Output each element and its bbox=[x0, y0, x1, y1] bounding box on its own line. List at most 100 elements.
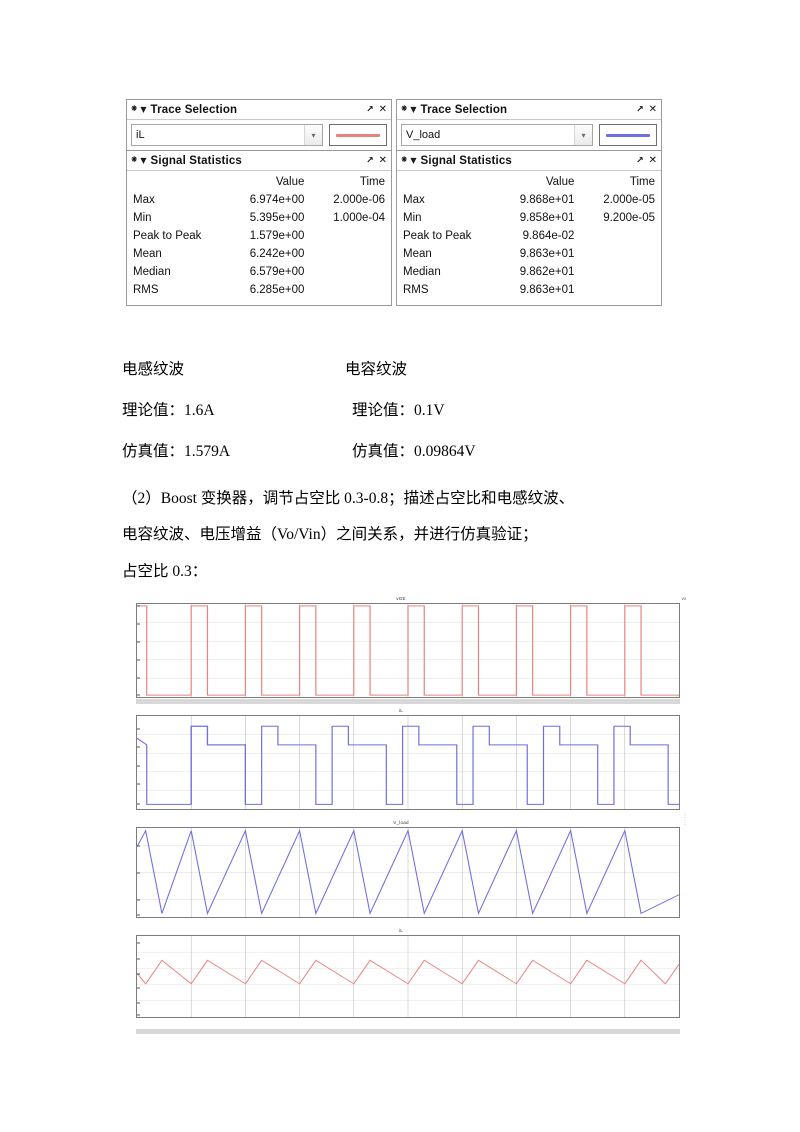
chevron-down-icon[interactable]: ▾ bbox=[574, 125, 592, 145]
pin-icon[interactable]: ⁕ bbox=[130, 155, 138, 166]
trace-select-dropdown-right[interactable]: V_load ▾ bbox=[401, 124, 593, 146]
xtick-0: 0.0017 bbox=[136, 1017, 146, 1018]
caret-down-icon[interactable]: ▼ bbox=[410, 156, 416, 165]
xtick-7: 0.0024 bbox=[513, 1017, 526, 1018]
plot-area-il-pulsed[interactable]: 8 6 4 2 0 bbox=[136, 715, 680, 810]
plot-area-vge[interactable]: 1 0.8 0.6 0.4 0.2 0 bbox=[136, 603, 680, 698]
panel-column-left: ⁕ ▼ Trace Selection ↗ ✕ iL ▾ ⁕ ▼ Signal … bbox=[126, 99, 392, 306]
stat-value: 9.863e+01 bbox=[519, 284, 575, 296]
header-buttons: ↗ ✕ bbox=[366, 155, 387, 166]
header-icon-group: ⁕ ▼ bbox=[130, 104, 147, 115]
ytick-il-tri-4: 6 bbox=[137, 1002, 141, 1004]
undock-icon[interactable]: ↗ bbox=[636, 156, 644, 166]
xtick-1: 0.0018 bbox=[188, 1017, 201, 1018]
xtick-9: 0.0026 bbox=[621, 1017, 634, 1018]
pin-icon[interactable]: ⁕ bbox=[400, 155, 408, 166]
stat-label: Max bbox=[403, 194, 425, 206]
stat-label: Median bbox=[133, 266, 171, 278]
pin-icon[interactable]: ⁕ bbox=[130, 104, 138, 115]
ytick-il-pulsed-2: 4 bbox=[137, 765, 141, 767]
table-row: Max 6.974e+00 2.000e-06 bbox=[133, 191, 385, 209]
trace-select-value-right: V_load bbox=[406, 129, 441, 141]
stat-value: 6.242e+00 bbox=[249, 248, 305, 260]
xtick-2: 0.0019 bbox=[242, 1017, 255, 1018]
document-page: ⁕ ▼ Trace Selection ↗ ✕ iL ▾ ⁕ ▼ Signal … bbox=[0, 0, 800, 1132]
plot-area-il-triangle[interactable]: 10 9 8 7 6 5 0.0017 0.0018 0.0019 0.0021… bbox=[136, 935, 680, 1018]
trace-color-swatch-right[interactable] bbox=[599, 124, 657, 146]
stat-label: RMS bbox=[133, 284, 159, 296]
table-row: Peak to Peak 9.864e-02 bbox=[403, 227, 655, 245]
caret-down-icon[interactable]: ▼ bbox=[140, 105, 146, 114]
note-right-sim: 仿真值：0.09864V bbox=[352, 443, 476, 460]
table-row: RMS 6.285e+00 bbox=[133, 281, 385, 299]
header-icon-group: ⁕ ▼ bbox=[130, 155, 147, 166]
ytick-il-pulsed-0: 8 bbox=[137, 728, 141, 730]
close-icon[interactable]: ✕ bbox=[649, 104, 657, 115]
chevron-down-icon[interactable]: ▾ bbox=[304, 125, 322, 145]
note-left-sim: 仿真值：1.579A bbox=[122, 443, 231, 460]
table-row: Mean 6.242e+00 bbox=[133, 245, 385, 263]
header-icon-group: ⁕ ▼ bbox=[400, 155, 417, 166]
note-left-theory: 理论值：1.6A bbox=[122, 402, 215, 419]
gridlines-vertical bbox=[190, 936, 626, 1017]
ytick-il-tri-2: 8 bbox=[137, 973, 141, 975]
chart-vge: vGE vo bbox=[114, 596, 688, 708]
pin-icon[interactable]: ⁕ bbox=[400, 104, 408, 115]
stat-label: Mean bbox=[133, 248, 162, 260]
table-row: Max 9.868e+01 2.000e-05 bbox=[403, 191, 655, 209]
chart-il-triangle: iL bbox=[114, 928, 688, 1034]
note-left-heading: 电感纹波 bbox=[122, 361, 185, 378]
stat-time bbox=[574, 227, 655, 245]
table-row: Min 9.858e+01 9.200e-05 bbox=[403, 209, 655, 227]
scroll-dots-icon: ⋮ bbox=[682, 813, 688, 819]
stat-value: 1.579e+00 bbox=[249, 230, 305, 242]
plot-svg-il-triangle bbox=[137, 936, 679, 1017]
undock-icon[interactable]: ↗ bbox=[366, 156, 374, 166]
trace-select-dropdown-left[interactable]: iL ▾ bbox=[131, 124, 323, 146]
ytick-vload-0: 112.7 bbox=[137, 845, 141, 847]
signal-statistics-title: Signal Statistics bbox=[150, 154, 242, 167]
header-buttons: ↗ ✕ bbox=[636, 155, 657, 166]
ytick-vge-4: 0.2 bbox=[137, 677, 140, 679]
table-row: Median 6.579e+00 bbox=[133, 263, 385, 281]
note-right-heading: 电容纹波 bbox=[345, 361, 408, 378]
stat-time bbox=[304, 281, 385, 299]
scroll-dots-icon: ⋮ bbox=[682, 820, 688, 826]
plot-area-vload[interactable]: 112.7 112.66 112.6 112.56 bbox=[136, 827, 680, 918]
table-header-row: Value Time bbox=[133, 174, 385, 191]
trace-color-swatch-left[interactable] bbox=[329, 124, 387, 146]
chart-corner-label-vge: vo bbox=[681, 596, 686, 601]
undock-icon[interactable]: ↗ bbox=[636, 105, 644, 115]
plot-svg-vge bbox=[137, 604, 679, 697]
close-icon[interactable]: ✕ bbox=[649, 155, 657, 166]
chart-title-vge: vGE bbox=[396, 596, 406, 601]
series-vge bbox=[137, 605, 679, 696]
stat-time bbox=[304, 245, 385, 263]
trace-color-line-left bbox=[336, 133, 380, 137]
xaxis-strip-vge bbox=[136, 699, 680, 704]
stat-value: 9.862e+01 bbox=[519, 266, 575, 278]
chart-title-il-triangle: iL bbox=[399, 928, 403, 933]
undock-icon[interactable]: ↗ bbox=[366, 105, 374, 115]
close-icon[interactable]: ✕ bbox=[379, 155, 387, 166]
caret-down-icon[interactable]: ▼ bbox=[140, 156, 146, 165]
scope-panels: ⁕ ▼ Trace Selection ↗ ✕ iL ▾ ⁕ ▼ Signal … bbox=[126, 99, 662, 306]
table-row: Median 9.862e+01 bbox=[403, 263, 655, 281]
stat-label: Min bbox=[403, 212, 422, 224]
stat-value: 6.974e+00 bbox=[249, 194, 305, 206]
chart-vload: V_load ⋮ bbox=[114, 820, 688, 928]
ytick-il-tri-0: 10 bbox=[137, 942, 140, 944]
ytick-vload-1: 112.66 bbox=[137, 872, 140, 874]
xtick-4: 0.0021 bbox=[350, 1017, 363, 1018]
trace-select-value-left: iL bbox=[136, 129, 145, 141]
header-buttons: ↗ ✕ bbox=[636, 104, 657, 115]
caret-down-icon[interactable]: ▼ bbox=[410, 105, 416, 114]
stat-time: 9.200e-05 bbox=[603, 212, 655, 224]
series-il-pulsed-b bbox=[190, 725, 246, 805]
stat-time bbox=[304, 227, 385, 245]
col-header-time: Time bbox=[629, 176, 655, 188]
ytick-il-pulsed-3: 2 bbox=[137, 783, 141, 785]
table-row: Min 5.395e+00 1.000e-04 bbox=[133, 209, 385, 227]
signal-statistics-body-right: Value Time Max 9.868e+01 2.000e-05 Min 9… bbox=[397, 171, 661, 305]
close-icon[interactable]: ✕ bbox=[379, 104, 387, 115]
